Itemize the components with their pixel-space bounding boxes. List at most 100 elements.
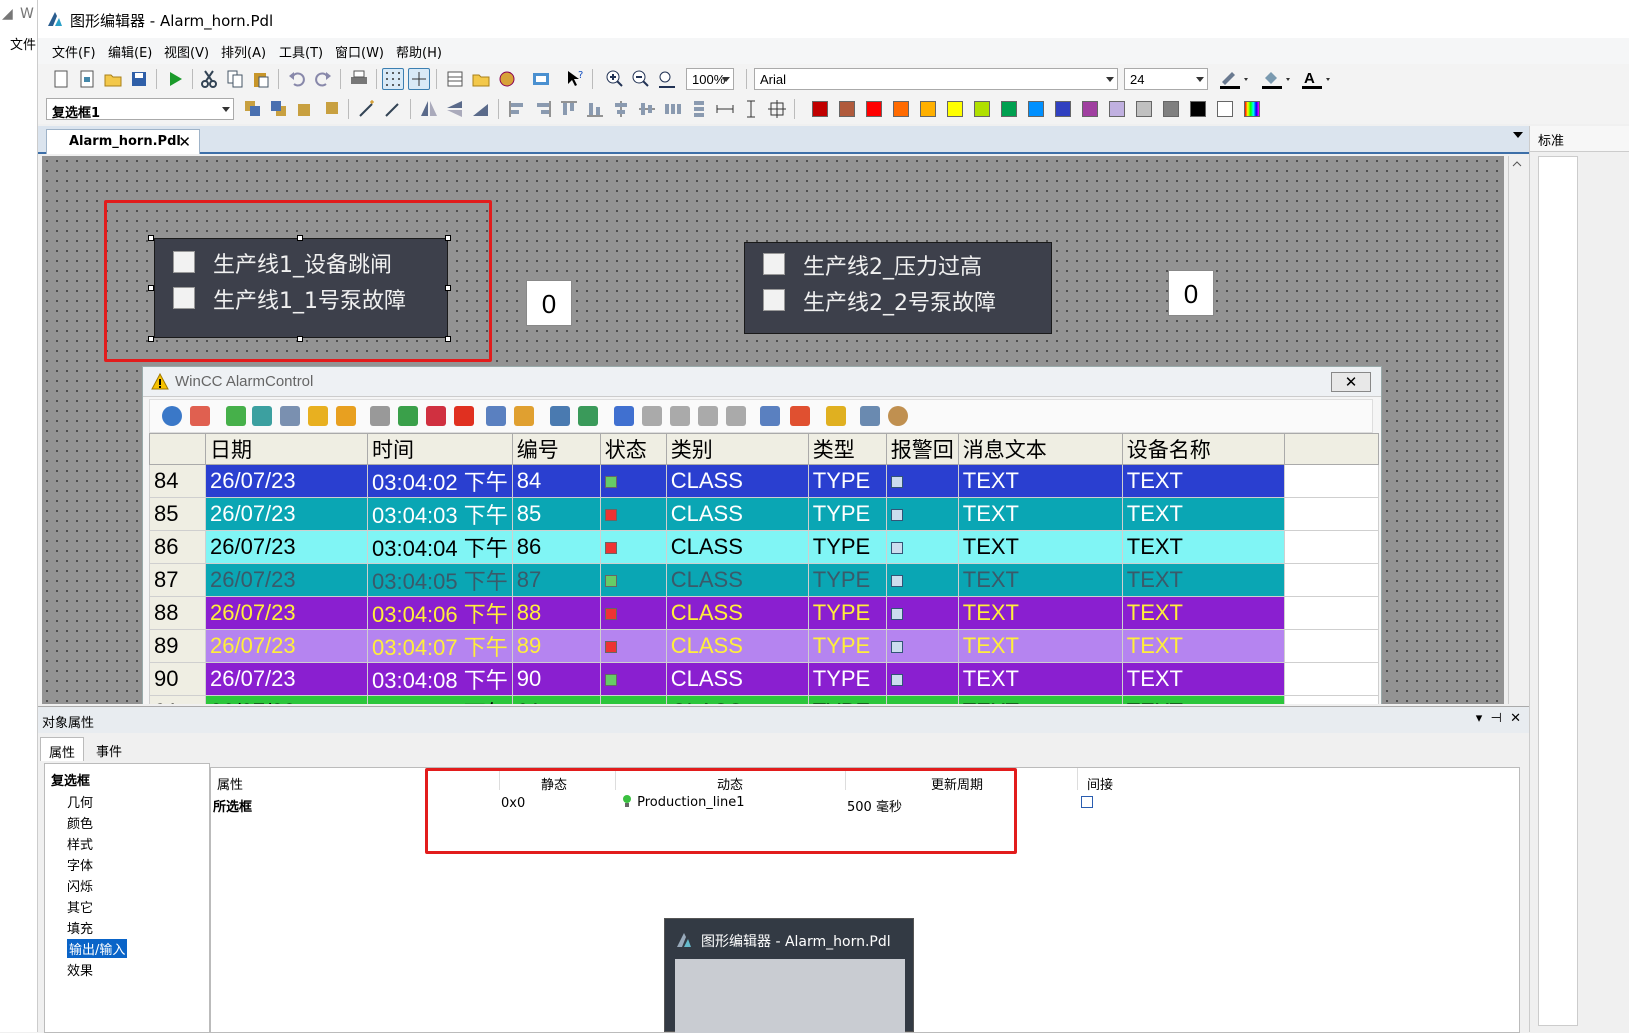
loop-in-alarm-icon[interactable] [860,406,880,426]
cut-icon[interactable] [198,68,220,90]
copy-icon[interactable] [224,68,246,90]
menu-edit[interactable]: 编辑(E) [108,42,152,61]
menu-arrange[interactable]: 排列(A) [221,42,266,61]
zoom-fit-icon[interactable] [656,68,678,90]
color-swatch[interactable] [1109,101,1125,117]
checkbox[interactable] [763,253,785,275]
menu-help[interactable]: 帮助(H) [396,42,442,61]
alarm-row[interactable]: 84 26/07/23 03:04:02 下午 84 CLASS TYPE TEXT TEXT [149,464,1379,498]
tag-management-icon[interactable] [496,68,518,90]
column-header[interactable]: 编号 [511,433,601,465]
resize-handle[interactable] [297,336,303,342]
io-field-1[interactable]: 0 [526,280,572,326]
same-size-icon[interactable] [766,98,788,120]
column-header[interactable] [149,433,206,465]
alarm-row[interactable]: 87 26/07/23 03:04:05 下午 87 CLASS TYPE TEXT TEXT [149,563,1379,597]
new-file-icon[interactable] [50,68,72,90]
next-message-icon[interactable] [698,406,718,426]
lock-icon[interactable] [826,406,846,426]
autoscroll-icon[interactable] [888,406,908,426]
checkbox-group-1[interactable]: 生产线1_设备跳闸 生产线1_1号泵故障 [154,238,448,338]
same-height-icon[interactable] [740,98,762,120]
column-header[interactable]: 日期 [205,433,368,465]
menu-window[interactable]: 窗口(W) [335,42,384,61]
tree-item[interactable]: 效果 [67,960,93,979]
single-acknowledge-icon[interactable] [398,406,418,426]
menu-tools[interactable]: 工具(T) [279,42,323,61]
distribute-horizontal-icon[interactable] [662,98,684,120]
color-swatch[interactable] [1028,101,1044,117]
column-header[interactable]: 报警回 [885,433,959,465]
checkbox[interactable] [173,251,195,273]
lock-list-icon[interactable] [308,406,328,426]
alarm-row[interactable]: 9126/07/2303:04:09 下午91CLASSTYPETEXTTEXT [149,695,1379,704]
layers-icon[interactable] [444,68,466,90]
menu-file[interactable]: 文件(F) [52,42,96,61]
align-right-icon[interactable] [532,98,554,120]
one-forward-icon[interactable] [294,98,316,120]
fill-color-icon[interactable] [1260,68,1294,90]
pin-icon[interactable]: ⊣ [1491,711,1502,726]
grid-icon[interactable] [382,68,404,90]
info-text-icon[interactable] [760,406,780,426]
color-swatch[interactable] [1190,101,1206,117]
sort-icon[interactable] [614,406,634,426]
rotate-icon[interactable] [470,98,492,120]
tree-item[interactable]: 几何 [67,792,93,811]
tree-item[interactable]: 样式 [67,834,93,853]
library-icon[interactable] [470,68,492,90]
bg-menu-file[interactable]: 文件 [10,34,36,53]
zoom-out-icon[interactable] [630,68,652,90]
alarm-row[interactable]: 89 26/07/23 03:04:07 下午 89 CLASS TYPE TEXT TEXT [149,629,1379,663]
close-icon[interactable]: ✕ [1510,711,1521,726]
mirror-vertical-icon[interactable] [418,98,440,120]
export-icon[interactable] [578,406,598,426]
close-tab-icon[interactable]: ✕ [178,133,191,151]
column-header[interactable]: 类型 [807,433,887,465]
color-swatch[interactable] [1082,101,1098,117]
send-to-back-icon[interactable] [268,98,290,120]
object-palette-tree[interactable] [1538,156,1578,1026]
help-icon[interactable] [162,406,182,426]
column-header[interactable]: 状态 [599,433,667,465]
same-width-icon[interactable] [714,98,736,120]
menu-view[interactable]: 视图(V) [164,42,209,61]
indirect-checkbox[interactable] [1081,796,1093,808]
resize-handle[interactable] [148,285,154,291]
short-term-archive-icon[interactable] [280,406,300,426]
run-icon[interactable] [164,68,186,90]
tree-item[interactable]: 字体 [67,855,93,874]
resize-handle[interactable] [297,235,303,241]
tree-item[interactable]: 输出/输入 [67,939,128,958]
color-swatch[interactable] [812,101,828,117]
open-folder-icon[interactable] [102,68,124,90]
center-horizontal-icon[interactable] [610,98,632,120]
column-header[interactable]: 类别 [665,433,809,465]
line-color-icon[interactable] [1218,68,1252,90]
alarm-row[interactable]: 86 26/07/23 03:04:04 下午 86 CLASS TYPE TEXT TEXT [149,530,1379,564]
object-properties-icon[interactable] [530,68,552,90]
tab-events[interactable]: 事件 [88,737,130,761]
first-message-icon[interactable] [642,406,662,426]
alarm-row[interactable]: 90 26/07/23 03:04:08 下午 90 CLASS TYPE TEXT TEXT [149,662,1379,696]
color-swatch[interactable] [1001,101,1017,117]
scroll-up-icon[interactable] [1509,156,1525,172]
alarm-table[interactable]: 日期 时间 编号 状态 类别 类型 报警回 消息文本 设备名称 84 26/07/… [149,433,1379,704]
group-acknowledge-icon[interactable] [426,406,446,426]
alarm-row[interactable]: 85 26/07/23 03:04:03 下午 85 CLASS TYPE TEXT TEXT [149,497,1379,531]
mirror-horizontal-icon[interactable] [444,98,466,120]
canvas-vertical-scrollbar[interactable] [1508,156,1525,704]
print-icon[interactable] [348,68,370,90]
align-top-icon[interactable] [558,98,580,120]
color-swatch[interactable] [1217,101,1233,117]
font-family-select[interactable]: Arial [754,68,1118,90]
resize-handle[interactable] [148,235,154,241]
font-size-select[interactable]: 24 [1124,68,1208,90]
column-header[interactable]: 消息文本 [957,433,1123,465]
color-swatch[interactable] [839,101,855,117]
display-options-icon[interactable] [514,406,534,426]
hit-list-icon[interactable] [336,406,356,426]
open-template-icon[interactable] [76,68,98,90]
color-swatch[interactable] [947,101,963,117]
font-color-icon[interactable]: A [1300,68,1334,90]
